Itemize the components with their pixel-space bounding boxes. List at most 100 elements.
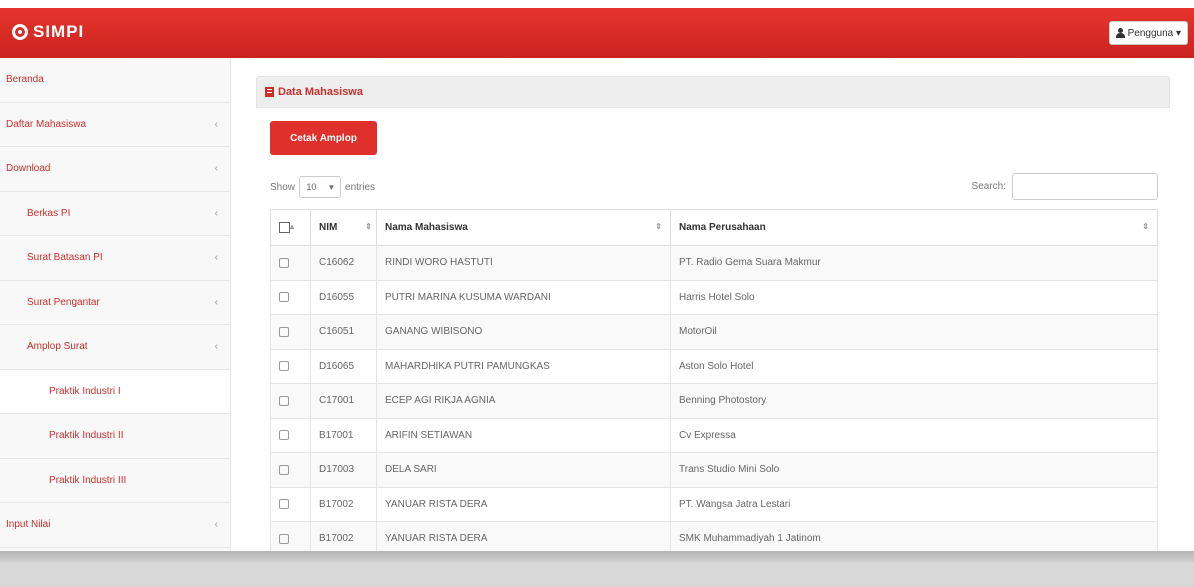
nama-cell: DELA SARI: [376, 452, 671, 488]
sidebar-item-surat-pengantar[interactable]: Surat Pengantar ‹: [0, 281, 230, 325]
sort-icon: ⇕: [1142, 222, 1149, 231]
nama-cell: ARIFIN SETIAWAN: [376, 417, 671, 453]
nim-cell: B17002: [310, 486, 377, 522]
row-select-cell: [270, 383, 311, 419]
table-row: B17001 ARIFIN SETIAWAN Cv Expressa: [270, 417, 1158, 453]
perusahaan-cell: Aston Solo Hotel: [670, 348, 1158, 384]
sidebar-item-label: Amplop Surat: [27, 341, 88, 353]
mahasiswa-table: ▴ NIM ⇕ Nama Mahasiswa ⇕ Nama Perusahaan…: [270, 209, 1158, 557]
sidebar-item-praktik-industri-3[interactable]: Praktik Industri III: [0, 459, 230, 503]
column-header-nim[interactable]: NIM ⇕: [310, 209, 377, 246]
nama-cell: ECEP AGI RIKJA AGNIA: [376, 383, 671, 419]
table-row: D17003 DELA SARI Trans Studio Mini Solo: [270, 452, 1158, 488]
sidebar-item-input-nilai[interactable]: Input Nilai ‹: [0, 503, 230, 548]
nim-cell: D17003: [310, 452, 377, 488]
sidebar-item-label: Download: [6, 163, 51, 175]
sidebar-item-praktik-industri-1[interactable]: Praktik Industri I: [0, 369, 230, 414]
table-row: D16055 PUTRI MARINA KUSUMA WARDANI Harri…: [270, 279, 1158, 315]
row-select-cell: [270, 452, 311, 488]
sidebar-item-label: Beranda: [6, 74, 44, 86]
row-checkbox[interactable]: [279, 430, 289, 441]
table-row: D16065 MAHARDHIKA PUTRI PAMUNGKAS Aston …: [270, 348, 1158, 384]
brand-logo[interactable]: SIMPI: [12, 22, 84, 42]
chevron-left-icon: ‹: [214, 341, 218, 353]
sort-icon: ⇕: [655, 222, 662, 231]
column-header-label: Nama Perusahaan: [679, 222, 766, 233]
perusahaan-cell: PT. Wangsa Jatra Lestari: [670, 486, 1158, 522]
show-label: Show: [270, 181, 296, 193]
horizontal-scrollbar[interactable]: [0, 551, 1194, 587]
sidebar-item-daftar-mahasiswa[interactable]: Daftar Mahasiswa ‹: [0, 103, 230, 147]
sidebar-item-label: Praktik Industri III: [49, 474, 127, 486]
row-select-cell: [270, 314, 311, 350]
column-header-label: Nama Mahasiswa: [385, 222, 468, 233]
nama-cell: YANUAR RISTA DERA: [376, 486, 671, 522]
sidebar-item-beranda[interactable]: Beranda: [0, 58, 230, 103]
row-checkbox[interactable]: [279, 292, 289, 303]
row-checkbox[interactable]: [279, 395, 289, 406]
brand-name: SIMPI: [33, 22, 85, 41]
sidebar-item-label: Surat Batasan PI: [27, 252, 103, 264]
nim-cell: D16065: [310, 348, 377, 384]
brand-icon: [12, 24, 28, 40]
row-select-cell: [270, 245, 311, 281]
chevron-left-icon: ‹: [214, 207, 218, 219]
row-select-cell: [270, 348, 311, 384]
nim-cell: C16051: [310, 314, 377, 350]
table-row: C16051 GANANG WIBISONO MotorOil: [270, 314, 1158, 350]
nama-cell: GANANG WIBISONO: [376, 314, 671, 350]
perusahaan-cell: MotorOil: [670, 314, 1158, 350]
nim-cell: B17001: [310, 417, 377, 453]
nim-cell: C17001: [310, 383, 377, 419]
entries-select[interactable]: 10 ▾: [299, 176, 342, 198]
entries-length-control: Show 10 ▾ entries: [270, 176, 375, 198]
perusahaan-cell: Harris Hotel Solo: [670, 279, 1158, 315]
user-icon: [1115, 28, 1125, 38]
row-checkbox[interactable]: [279, 464, 289, 475]
sidebar: Beranda Daftar Mahasiswa ‹ Download ‹ Be…: [0, 58, 231, 551]
user-menu-button[interactable]: Pengguna ▾: [1108, 21, 1188, 45]
sidebar-item-surat-batasan-pi[interactable]: Surat Batasan PI ‹: [0, 236, 230, 281]
list-icon: [265, 87, 274, 97]
sidebar-item-label: Praktik Industri I: [49, 385, 121, 397]
column-header-label: NIM: [319, 222, 338, 233]
main-content: Data Mahasiswa Cetak Amplop Show 10 ▾ en…: [256, 76, 1170, 557]
top-navbar: SIMPI Pengguna ▾: [0, 8, 1194, 58]
search-input[interactable]: [1012, 173, 1158, 200]
nama-cell: PUTRI MARINA KUSUMA WARDANI: [376, 279, 671, 315]
row-checkbox[interactable]: [279, 533, 289, 544]
table-header-row: ▴ NIM ⇕ Nama Mahasiswa ⇕ Nama Perusahaan…: [270, 209, 1158, 246]
sidebar-item-label: Daftar Mahasiswa: [6, 118, 87, 130]
sort-icon: ⇕: [365, 222, 372, 231]
sidebar-item-download[interactable]: Download ‹: [0, 147, 230, 192]
panel-header: Data Mahasiswa: [256, 76, 1170, 108]
select-all-header[interactable]: ▴: [270, 209, 311, 246]
search-label: Search:: [971, 181, 1006, 192]
perusahaan-cell: Trans Studio Mini Solo: [670, 452, 1158, 488]
row-checkbox[interactable]: [279, 361, 289, 372]
perusahaan-cell: Benning Photostory: [670, 383, 1158, 419]
sort-icon: ▴: [290, 221, 295, 231]
chevron-left-icon: ‹: [214, 118, 218, 130]
row-select-cell: [270, 417, 311, 453]
column-header-nama[interactable]: Nama Mahasiswa ⇕: [376, 209, 671, 246]
sidebar-item-praktik-industri-2[interactable]: Praktik Industri II: [0, 414, 230, 459]
select-all-checkbox[interactable]: [279, 221, 290, 233]
sidebar-item-berkas-pi[interactable]: Berkas PI ‹: [0, 192, 230, 236]
row-checkbox[interactable]: [279, 257, 289, 268]
sidebar-item-amplop-surat[interactable]: Amplop Surat ‹: [0, 325, 230, 370]
row-checkbox[interactable]: [279, 499, 289, 510]
table-row: C16062 RINDI WORO HASTUTI PT. Radio Gema…: [270, 245, 1158, 281]
panel-title: Data Mahasiswa: [278, 86, 363, 98]
table-row: B17002 YANUAR RISTA DERA PT. Wangsa Jatr…: [270, 486, 1158, 522]
nim-cell: C16062: [310, 245, 377, 281]
sidebar-item-label: Praktik Industri II: [49, 430, 124, 442]
chevron-left-icon: ‹: [214, 163, 218, 175]
cetak-amplop-button[interactable]: Cetak Amplop: [270, 121, 377, 155]
row-checkbox[interactable]: [279, 326, 289, 337]
chevron-left-icon: ‹: [214, 296, 218, 308]
nama-cell: MAHARDHIKA PUTRI PAMUNGKAS: [376, 348, 671, 384]
column-header-perusahaan[interactable]: Nama Perusahaan ⇕: [670, 209, 1158, 246]
caret-down-icon: ▾: [329, 181, 334, 192]
sidebar-item-label: Surat Pengantar: [27, 296, 100, 308]
